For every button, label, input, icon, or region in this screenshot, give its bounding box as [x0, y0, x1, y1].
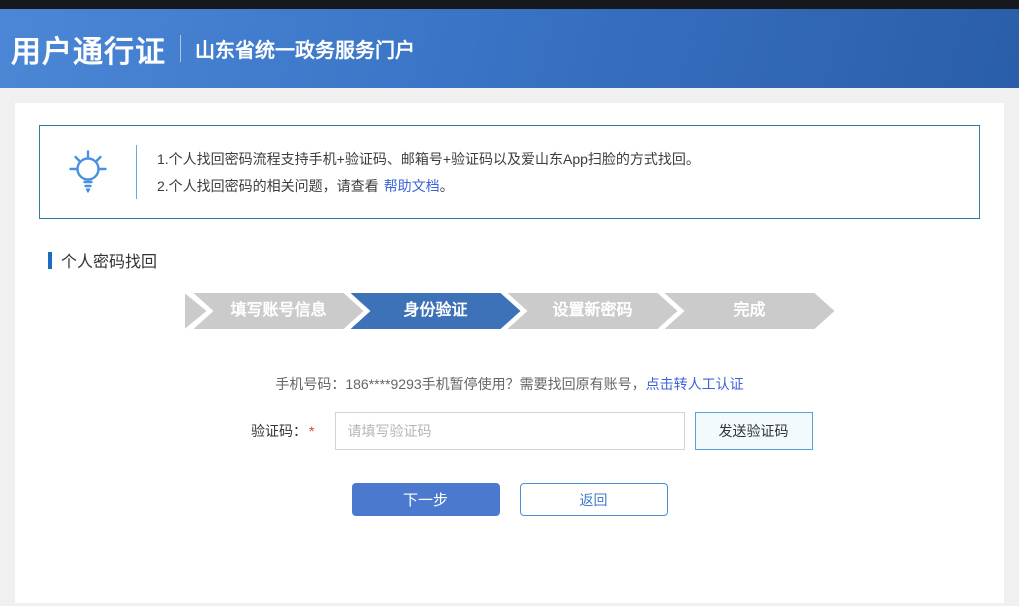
next-step-button[interactable]: 下一步 — [352, 483, 500, 516]
notice-text: 1.个人找回密码流程支持手机+验证码、邮箱号+验证码以及爱山东App扫脸的方式找… — [137, 142, 700, 203]
notice-box: 1.个人找回密码流程支持手机+验证码、邮箱号+验证码以及爱山东App扫脸的方式找… — [39, 125, 980, 219]
header-divider — [180, 35, 181, 62]
required-asterisk: * — [309, 423, 314, 439]
send-code-button[interactable]: 发送验证码 — [695, 412, 813, 450]
page-background: 1.个人找回密码流程支持手机+验证码、邮箱号+验证码以及爱山东App扫脸的方式找… — [0, 88, 1019, 606]
captcha-label: 验证码：* — [251, 421, 314, 441]
action-buttons: 下一步 返回 — [15, 483, 1004, 516]
lightbulb-icon — [40, 149, 136, 195]
manual-auth-link[interactable]: 点击转人工认证 — [646, 376, 744, 392]
captcha-field-group: 验证码：* 发送验证码 — [335, 412, 685, 450]
step-set-new-password: 设置新密码 — [508, 293, 678, 329]
phone-notice: 手机号码：186****9293手机暂停使用？需要找回原有账号，点击转人工认证 — [15, 374, 1004, 394]
notice-line-1: 1.个人找回密码流程支持手机+验证码、邮箱号+验证码以及爱山东App扫脸的方式找… — [157, 149, 700, 169]
content-card: 1.个人找回密码流程支持手机+验证码、邮箱号+验证码以及爱山东App扫脸的方式找… — [15, 103, 1004, 603]
phone-notice-text: 手机号码：186****9293手机暂停使用？需要找回原有账号， — [275, 376, 645, 392]
captcha-form-row: 验证码：* 发送验证码 — [15, 412, 1004, 450]
back-button[interactable]: 返回 — [520, 483, 668, 516]
step-indicator: 填写账号信息 身份验证 设置新密码 完成 — [15, 293, 1004, 329]
step-identity-verification: 身份验证 — [351, 293, 521, 329]
top-strip — [0, 0, 1019, 9]
help-doc-link[interactable]: 帮助文档 — [384, 178, 440, 194]
notice-line-2: 2.个人找回密码的相关问题，请查看帮助文档。 — [157, 176, 700, 196]
notice-line-2-text: 2.个人找回密码的相关问题，请查看 — [157, 178, 379, 194]
notice-line-2-suffix: 。 — [440, 178, 454, 194]
site-title: 用户通行证 — [11, 27, 166, 71]
section-title-text: 个人密码找回 — [61, 248, 157, 272]
title-accent-bar — [48, 252, 52, 269]
captcha-input[interactable] — [335, 412, 685, 450]
portal-name: 山东省统一政务服务门户 — [195, 34, 415, 63]
step-fill-account-info: 填写账号信息 — [194, 293, 364, 329]
header: 用户通行证 山东省统一政务服务门户 — [0, 9, 1019, 88]
section-title: 个人密码找回 — [48, 248, 1004, 272]
captcha-label-text: 验证码： — [251, 423, 307, 439]
step-complete: 完成 — [665, 293, 835, 329]
